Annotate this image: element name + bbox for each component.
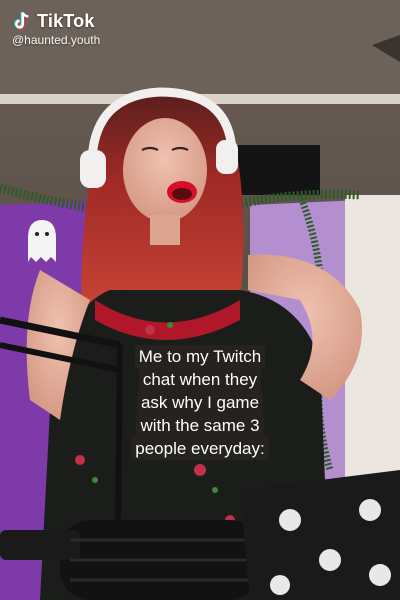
caption-line: chat when they bbox=[138, 368, 262, 391]
caption-line: with the same 3 bbox=[136, 414, 264, 437]
face bbox=[123, 118, 207, 222]
tiktok-watermark: TikTok @haunted.youth bbox=[10, 10, 101, 48]
monitor bbox=[230, 145, 320, 195]
caption-line: ask why I game bbox=[136, 391, 264, 414]
tiktok-note-icon bbox=[14, 11, 29, 30]
video-scene bbox=[0, 0, 400, 600]
headphones-cup-right bbox=[216, 140, 238, 174]
creator-handle: @haunted.youth bbox=[12, 33, 101, 47]
tiktok-brand-name: TikTok bbox=[37, 10, 95, 31]
video-caption: Me to my Twitch chat when they ask why I… bbox=[104, 345, 296, 460]
caption-line: Me to my Twitch bbox=[134, 345, 266, 368]
video-frame: TikTok @haunted.youth Me to my Twitch ch… bbox=[0, 0, 400, 600]
caption-line: people everyday: bbox=[131, 437, 269, 460]
headphones-cup-left bbox=[80, 150, 106, 188]
ghost-icon bbox=[28, 220, 56, 262]
tiktok-brand-row: TikTok bbox=[10, 10, 100, 32]
skull-blanket bbox=[240, 470, 400, 600]
